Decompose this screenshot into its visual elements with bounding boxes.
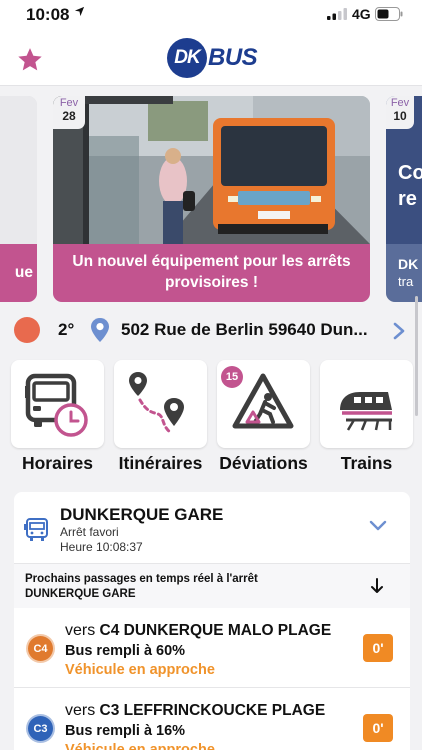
action-tile[interactable] bbox=[11, 360, 104, 448]
action-deviations[interactable]: 15 Déviations bbox=[217, 360, 310, 474]
chevron-down-icon[interactable] bbox=[369, 520, 387, 532]
news-card-main[interactable]: Fev 28 Un nouvel équipement pour les arr… bbox=[53, 96, 370, 302]
action-tile[interactable] bbox=[320, 360, 413, 448]
news-caption-top: Co bbox=[398, 162, 422, 184]
news-carousel[interactable]: ue Fev 28 Un nouvel équipement pour les … bbox=[0, 86, 422, 306]
news-day: 28 bbox=[62, 109, 76, 123]
line-badge-c3: C3 bbox=[26, 714, 55, 743]
action-tile[interactable]: 15 bbox=[217, 360, 310, 448]
favorite-stop-panel: DUNKERQUE GARE Arrêt favori Heure 10:08:… bbox=[14, 492, 410, 750]
signal-icon bbox=[327, 8, 347, 20]
news-caption-line2: tra bbox=[398, 274, 414, 289]
destination-name: C4 DUNKERQUE MALO PLAGE bbox=[99, 622, 332, 639]
dkbus-logo: DK BUS bbox=[167, 38, 258, 78]
vers-label: vers bbox=[65, 622, 96, 639]
app-header: DK BUS bbox=[0, 30, 422, 86]
route-icon bbox=[129, 372, 184, 434]
action-label: Horaires bbox=[21, 453, 93, 473]
news-caption: Un nouvel équipement pour les arrêts pro… bbox=[53, 244, 370, 302]
news-month: Fev bbox=[390, 97, 410, 109]
departure-destination: vers C3 LEFFRINCKOUCKE PLAGE bbox=[65, 702, 325, 720]
realtime-stop: DUNKERQUE GARE bbox=[25, 588, 136, 600]
action-label: Déviations bbox=[219, 453, 308, 473]
vehicle-status: Véhicule en approche bbox=[65, 662, 215, 678]
news-caption-mid: re bbox=[398, 188, 417, 210]
location-bar[interactable]: 2° 502 Rue de Berlin 59640 Dun... bbox=[0, 306, 422, 352]
destination-name: C3 LEFFRINCKOUCKE PLAGE bbox=[99, 702, 326, 719]
action-tile[interactable] bbox=[114, 360, 207, 448]
location-arrow-icon bbox=[74, 6, 85, 17]
temperature: 2° bbox=[58, 320, 75, 339]
weather-icon bbox=[14, 317, 40, 343]
bus-occupancy: Bus rempli à 60% bbox=[65, 643, 186, 659]
news-caption: ue bbox=[0, 244, 37, 302]
current-hour: Heure 10:08:37 bbox=[60, 540, 143, 554]
departure-time-badge: 0' bbox=[363, 634, 393, 662]
departure-destination: vers C4 DUNKERQUE MALO PLAGE bbox=[65, 622, 331, 640]
news-card-previous[interactable]: ue bbox=[0, 96, 37, 302]
chevron-right-icon[interactable] bbox=[393, 322, 405, 340]
logo-bus: BUS bbox=[208, 44, 258, 71]
news-card-next[interactable]: Co re Fev 10 DK tra bbox=[386, 96, 422, 302]
current-address: 502 Rue de Berlin 59640 Dun... bbox=[121, 320, 368, 339]
departure-time-badge: 0' bbox=[363, 714, 393, 742]
favorite-stop-label: Arrêt favori bbox=[60, 525, 119, 539]
quick-actions: Horaires Itinéraires 15 Déviations Train… bbox=[0, 352, 422, 482]
vers-label: vers bbox=[65, 702, 96, 719]
vehicle-status: Véhicule en approche bbox=[65, 742, 215, 750]
network-type: 4G bbox=[352, 6, 371, 22]
action-itineraires[interactable]: Itinéraires bbox=[114, 360, 207, 474]
scrollbar[interactable] bbox=[415, 296, 418, 416]
news-caption-line1: DK bbox=[398, 256, 419, 272]
action-label: Trains bbox=[340, 453, 393, 473]
news-caption: DK tra bbox=[386, 244, 422, 302]
deviations-count-badge: 15 bbox=[221, 366, 243, 388]
news-date-badge: Fev 28 bbox=[53, 96, 85, 129]
logo-dk: DK bbox=[167, 38, 207, 78]
departure-row[interactable]: C3 vers C3 LEFFRINCKOUCKE PLAGE Bus remp… bbox=[14, 688, 410, 750]
train-icon bbox=[340, 392, 392, 431]
status-time: 10:08 bbox=[26, 5, 70, 24]
departure-row[interactable]: C4 vers C4 DUNKERQUE MALO PLAGE Bus remp… bbox=[14, 608, 410, 688]
news-image-bus-stop bbox=[53, 96, 370, 244]
realtime-title: Prochains passages en temps réel à l'arr… bbox=[25, 573, 258, 585]
favorites-star-icon[interactable] bbox=[16, 46, 44, 74]
bus-occupancy: Bus rempli à 16% bbox=[65, 723, 186, 739]
stop-name: DUNKERQUE GARE bbox=[60, 505, 224, 524]
action-horaires[interactable]: Horaires bbox=[11, 360, 104, 474]
bus-stop-icon bbox=[24, 518, 48, 541]
map-pin-icon bbox=[91, 318, 109, 342]
bus-clock-icon bbox=[25, 373, 88, 437]
news-image bbox=[0, 96, 37, 244]
news-day: 10 bbox=[393, 109, 407, 123]
action-trains[interactable]: Trains bbox=[320, 360, 413, 474]
battery-icon bbox=[375, 7, 403, 21]
realtime-header: Prochains passages en temps réel à l'arr… bbox=[14, 564, 410, 608]
status-bar: 10:08 4G bbox=[0, 0, 422, 30]
news-date-badge: Fev 10 bbox=[386, 96, 414, 129]
stop-header[interactable]: DUNKERQUE GARE Arrêt favori Heure 10:08:… bbox=[14, 492, 410, 564]
arrow-down-icon[interactable] bbox=[370, 578, 384, 594]
line-badge-c4: C4 bbox=[26, 634, 55, 663]
action-label: Itinéraires bbox=[118, 453, 203, 473]
news-month: Fev bbox=[59, 97, 79, 109]
